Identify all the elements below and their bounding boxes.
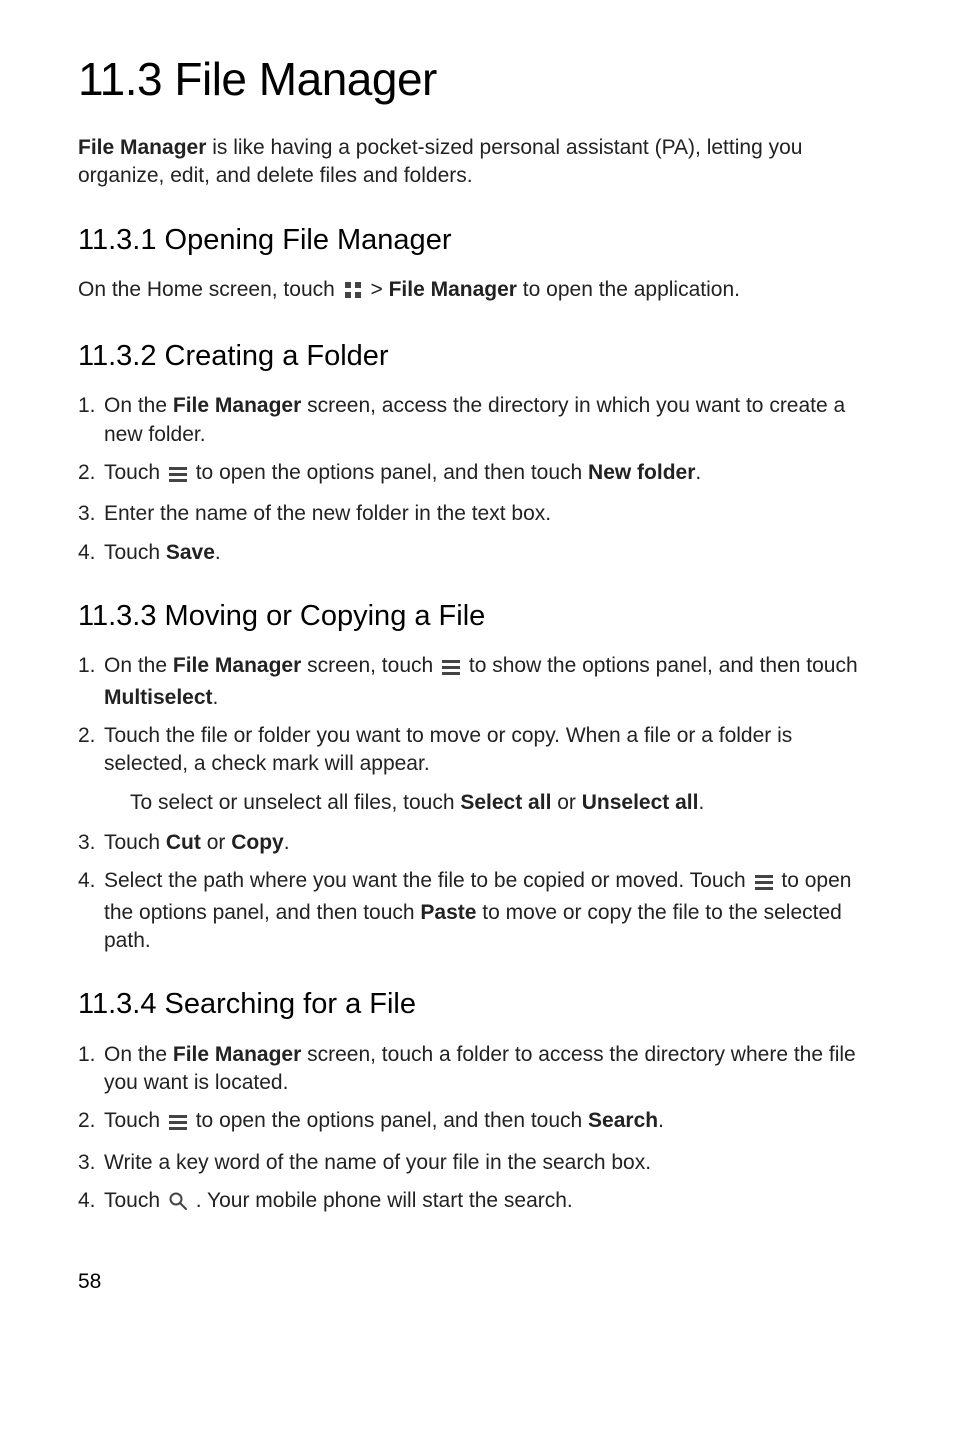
term-file-manager: File Manager [173,394,301,417]
term-multiselect: Multiselect [104,686,213,709]
term-file-manager: File Manager [173,1043,301,1066]
note-paragraph: To select or unselect all files, touch S… [78,789,876,817]
subsection-heading: 11.3.2 Creating a Folder [78,337,876,376]
list-item: 1. On the File Manager screen, touch to … [78,652,876,712]
paragraph: On the Home screen, touch > File Manager… [78,276,876,307]
list-item: 1. On the File Manager screen, access th… [78,392,876,449]
term-cut: Cut [166,831,201,854]
subsection-heading: 11.3.3 Moving or Copying a File [78,597,876,636]
subsection-heading: 11.3.1 Opening File Manager [78,221,876,260]
term-file-manager: File Manager [173,654,301,677]
page-number: 58 [78,1268,876,1296]
list-item: 2. Touch to open the options panel, and … [78,1107,876,1138]
document-page: 11.3 File Manager File Manager is like h… [0,0,954,1429]
list-item: 1. On the File Manager screen, touch a f… [78,1041,876,1098]
list-item: 4. Touch Save. [78,539,876,567]
steps-list: 1. On the File Manager screen, access th… [78,392,876,567]
steps-list: 1. On the File Manager screen, touch to … [78,652,876,778]
steps-list: 3. Touch Cut or Copy. 4. Select the path… [78,829,876,955]
list-item: 3. Write a key word of the name of your … [78,1149,876,1177]
menu-icon [442,655,460,683]
intro-paragraph: File Manager is like having a pocket-siz… [78,134,876,191]
list-item: 3. Enter the name of the new folder in t… [78,500,876,528]
term-file-manager: File Manager [78,136,206,159]
term-unselect-all: Unselect all [582,791,699,814]
list-item: 4. Select the path where you want the fi… [78,867,876,955]
list-item: 4. Touch . Your mobile phone will start … [78,1187,876,1218]
term-file-manager: File Manager [389,278,517,301]
list-item: 3. Touch Cut or Copy. [78,829,876,857]
steps-list: 1. On the File Manager screen, touch a f… [78,1041,876,1219]
menu-icon [169,462,187,490]
list-item: 2. Touch to open the options panel, and … [78,459,876,490]
term-select-all: Select all [460,791,551,814]
list-item: 2. Touch the file or folder you want to … [78,722,876,779]
menu-icon [169,1110,187,1138]
term-new-folder: New folder [588,461,695,484]
apps-grid-icon [344,279,362,307]
term-copy: Copy [231,831,284,854]
section-heading: 11.3 File Manager [78,48,876,110]
term-paste: Paste [420,901,476,924]
subsection-heading: 11.3.4 Searching for a File [78,985,876,1024]
menu-icon [755,870,773,898]
term-save: Save [166,541,215,564]
search-icon [169,1190,187,1218]
term-search: Search [588,1109,658,1132]
